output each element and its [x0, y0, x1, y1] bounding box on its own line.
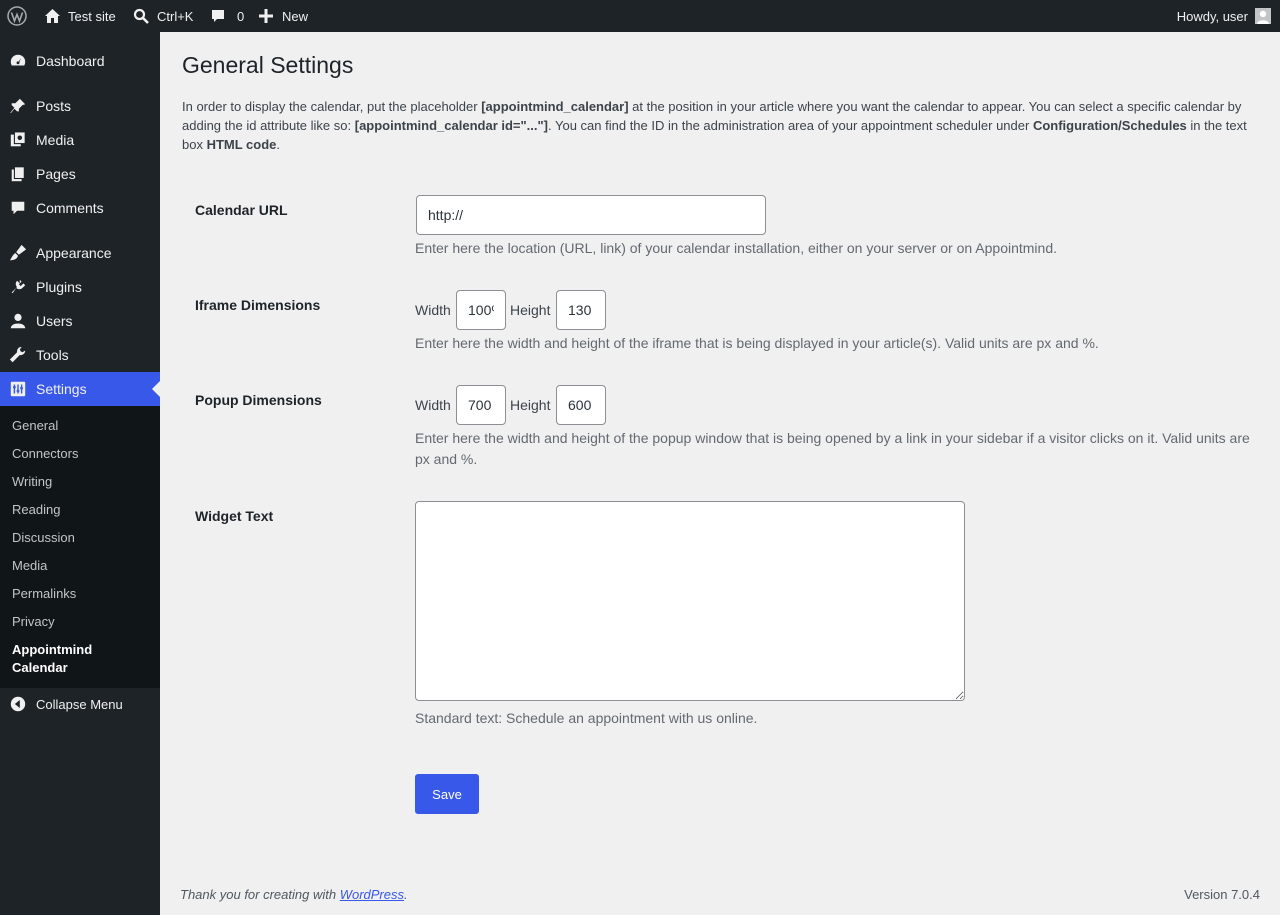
user-icon [0, 304, 36, 338]
site-name-link[interactable]: Test site [44, 0, 116, 32]
pin-icon [0, 89, 36, 123]
widget-text-textarea[interactable] [415, 501, 965, 701]
dashboard-icon [0, 44, 36, 78]
save-button[interactable]: Save [415, 774, 479, 814]
submenu-general[interactable]: General [12, 417, 58, 435]
footer-thanks: Thank you for creating with WordPress. [180, 887, 408, 902]
sidebar-item-comments[interactable]: Comments [0, 191, 160, 225]
comment-icon [212, 10, 224, 22]
sidebar-item-settings[interactable]: Settings [0, 372, 160, 406]
collapse-menu-button[interactable]: Collapse Menu [0, 687, 160, 721]
my-account-link[interactable]: Howdy, user [1177, 0, 1271, 32]
submenu-connectors[interactable]: Connectors [12, 445, 78, 463]
submenu-appointmind-calendar[interactable]: Appointmind Calendar [12, 641, 92, 677]
admin-sidebar: Dashboard Posts Media Pages Comments App… [0, 32, 160, 915]
sidebar-item-label: Dashboard [36, 53, 105, 69]
sidebar-item-label: Tools [36, 347, 69, 363]
calendar-url-input[interactable] [416, 195, 766, 235]
plus-icon [259, 9, 273, 23]
popup-height-label: Height [510, 397, 551, 413]
media-icon [0, 123, 36, 157]
iframe-height-label: Height [510, 302, 551, 318]
brush-icon [0, 236, 36, 270]
search-button[interactable]: Ctrl+K [133, 0, 193, 32]
current-menu-arrow [152, 381, 160, 397]
popup-width-label: Width [415, 397, 451, 413]
iframe-dimensions-description: Enter here the width and height of the i… [415, 335, 1099, 351]
sidebar-item-tools[interactable]: Tools [0, 338, 160, 372]
plug-icon [0, 270, 36, 304]
wordpress-logo-icon[interactable] [7, 0, 27, 32]
submenu-reading[interactable]: Reading [12, 501, 60, 519]
comments-count: 0 [237, 8, 245, 24]
popup-width-input[interactable] [456, 385, 506, 425]
submenu-writing[interactable]: Writing [12, 473, 52, 491]
home-icon [45, 9, 60, 23]
iframe-width-label: Width [415, 302, 451, 318]
new-content-link[interactable]: New [259, 0, 308, 32]
widget-text-label: Widget Text [195, 508, 274, 524]
submenu-current-line1: Appointmind [12, 642, 93, 657]
new-label: New [282, 8, 309, 24]
sidebar-item-plugins[interactable]: Plugins [0, 270, 160, 304]
search-shortcut: Ctrl+K [157, 8, 194, 24]
iframe-width-input[interactable] [456, 290, 506, 330]
iframe-dimensions-label: Iframe Dimensions [195, 297, 321, 313]
calendar-url-label: Calendar URL [195, 202, 288, 218]
sidebar-item-pages[interactable]: Pages [0, 157, 160, 191]
search-icon [133, 8, 149, 24]
sidebar-item-label: Appearance [36, 245, 112, 261]
sidebar-item-label: Posts [36, 98, 72, 114]
popup-height-input[interactable] [556, 385, 606, 425]
comments-link[interactable]: 0 [210, 0, 244, 32]
sidebar-item-media[interactable]: Media [0, 123, 160, 157]
settings-icon [0, 372, 36, 406]
submenu-privacy[interactable]: Privacy [12, 613, 55, 631]
submenu-current-line2: Calendar [12, 660, 68, 675]
intro-text: In order to display the calendar, put th… [182, 99, 1247, 152]
iframe-height-input[interactable] [556, 290, 606, 330]
main-content: General Settings In order to display the… [160, 32, 1280, 915]
howdy-text: Howdy, user [1176, 8, 1248, 24]
admin-bar: Test site Ctrl+K 0 New Howdy, user [0, 0, 1280, 32]
footer-version: Version 7.0.4 [1184, 887, 1260, 902]
wrench-icon [0, 338, 36, 372]
sidebar-item-appearance[interactable]: Appearance [0, 236, 160, 270]
popup-dimensions-label: Popup Dimensions [195, 392, 322, 408]
submenu-media[interactable]: Media [12, 557, 47, 575]
sidebar-item-label: Comments [36, 200, 104, 216]
calendar-url-description: Enter here the location (URL, link) of y… [415, 240, 1058, 256]
collapse-menu-label: Collapse Menu [36, 696, 123, 712]
sidebar-item-dashboard[interactable]: Dashboard [0, 44, 160, 78]
submenu-discussion[interactable]: Discussion [12, 529, 75, 547]
popup-dimensions-description: Enter here the width and height of the p… [415, 430, 1250, 467]
page-title: General Settings [182, 52, 354, 78]
sidebar-item-label: Plugins [36, 279, 82, 295]
comment-icon [0, 191, 36, 225]
sidebar-item-label: Media [36, 132, 75, 148]
collapse-icon [0, 687, 36, 721]
sidebar-item-label: Pages [36, 166, 76, 182]
sidebar-item-posts[interactable]: Posts [0, 89, 160, 123]
settings-submenu: General Connectors Writing Reading Discu… [0, 406, 160, 688]
avatar [1255, 8, 1271, 24]
wordpress-link[interactable]: WordPress [340, 887, 404, 902]
site-name: Test site [68, 8, 116, 24]
submenu-permalinks[interactable]: Permalinks [12, 585, 76, 603]
sidebar-item-label: Users [36, 313, 73, 329]
widget-text-description: Standard text: Schedule an appointment w… [415, 710, 758, 726]
pages-icon [0, 157, 36, 191]
sidebar-item-label: Settings [36, 381, 87, 397]
sidebar-item-users[interactable]: Users [0, 304, 160, 338]
